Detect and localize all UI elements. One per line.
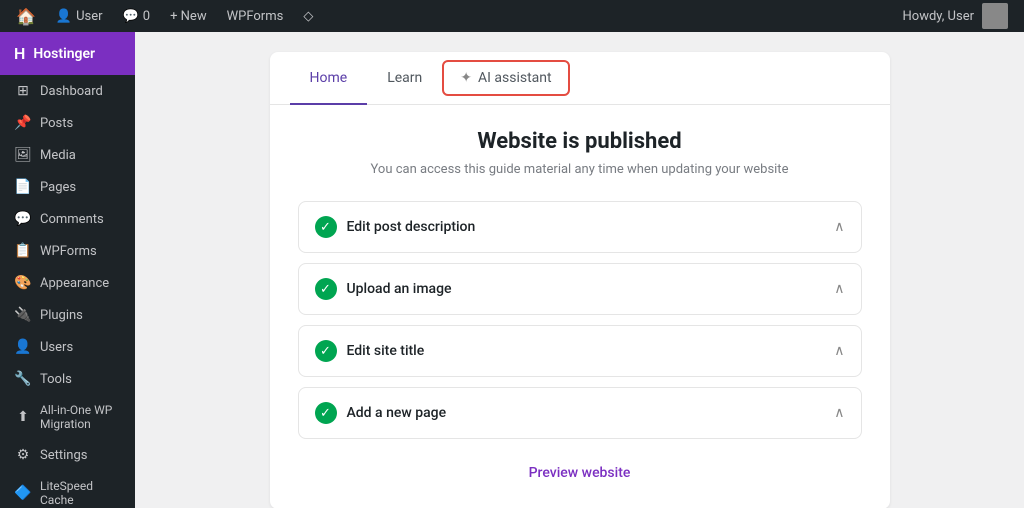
accordion-header-edit-title[interactable]: ✓ Edit site title ∧ <box>299 326 861 376</box>
sidebar-item-tools[interactable]: 🔧 Tools <box>0 363 135 395</box>
sidebar-item-media[interactable]: 🖼 Media <box>0 139 135 171</box>
sidebar-item-posts[interactable]: 📌 Posts <box>0 107 135 139</box>
chevron-up-icon-edit-title: ∧ <box>834 343 844 359</box>
sidebar-item-settings[interactable]: ⚙ Settings <box>0 439 135 471</box>
check-icon-edit-title: ✓ <box>315 340 337 362</box>
accordion-item-edit-title[interactable]: ✓ Edit site title ∧ <box>298 325 862 377</box>
sidebar-item-pages[interactable]: 📄 Pages <box>0 171 135 203</box>
check-icon-edit-post: ✓ <box>315 216 337 238</box>
users-icon: 👤 <box>14 339 32 355</box>
preview-website-link[interactable]: Preview website <box>298 449 862 489</box>
tab-home[interactable]: Home <box>290 52 368 105</box>
accordion-left: ✓ Upload an image <box>315 278 452 300</box>
sidebar-item-appearance[interactable]: 🎨 Appearance <box>0 267 135 299</box>
comments-link[interactable]: 💬 0 <box>115 0 159 32</box>
admin-bar: 🏠 👤 User 💬 0 + New WPForms ◇ Howdy, User <box>0 0 1024 32</box>
site-name[interactable]: 👤 User <box>48 0 111 32</box>
hostinger-logo[interactable]: H Hostinger <box>0 32 135 75</box>
diamond-icon: ◇ <box>303 9 313 24</box>
accordion-item-add-page[interactable]: ✓ Add a new page ∧ <box>298 387 862 439</box>
wpforms-menu[interactable]: WPForms <box>219 0 292 32</box>
pages-icon: 📄 <box>14 179 32 195</box>
sidebar-item-plugins[interactable]: 🔌 Plugins <box>0 299 135 331</box>
settings-icon: ⚙ <box>14 447 32 463</box>
tab-bar: Home Learn ✦ AI assistant <box>270 52 890 105</box>
accordion-left: ✓ Edit post description <box>315 216 476 238</box>
sidebar-item-wpforms[interactable]: 📋 WPForms <box>0 235 135 267</box>
appearance-icon: 🎨 <box>14 275 32 291</box>
chevron-up-icon-add-page: ∧ <box>834 405 844 421</box>
sidebar-item-litespeed[interactable]: 🔷 LiteSpeed Cache <box>0 471 135 508</box>
posts-icon: 📌 <box>14 115 32 131</box>
accordion-item-edit-post[interactable]: ✓ Edit post description ∧ <box>298 201 862 253</box>
sparkle-icon: ✦ <box>460 70 472 86</box>
plugins-icon: 🔌 <box>14 307 32 323</box>
comments-icon: 💬 <box>14 211 32 227</box>
panel-subtitle: You can access this guide material any t… <box>298 162 862 177</box>
check-icon-upload-image: ✓ <box>315 278 337 300</box>
accordion-item-upload-image[interactable]: ✓ Upload an image ∧ <box>298 263 862 315</box>
chevron-up-icon-upload-image: ∧ <box>834 281 844 297</box>
accordion-left: ✓ Add a new page <box>315 402 447 424</box>
main-content: Home Learn ✦ AI assistant Website is pub… <box>135 32 1024 508</box>
panel-body: Website is published You can access this… <box>270 105 890 508</box>
howdy-user[interactable]: Howdy, User <box>895 0 1016 32</box>
dashboard-icon: ⊞ <box>14 83 32 99</box>
tools-icon: 🔧 <box>14 371 32 387</box>
accordion-header-edit-post[interactable]: ✓ Edit post description ∧ <box>299 202 861 252</box>
sidebar-item-migration[interactable]: ⬆ All-in-One WP Migration <box>0 395 135 439</box>
diamond-icon-item[interactable]: ◇ <box>295 0 321 32</box>
hostinger-icon: H <box>14 44 25 63</box>
sidebar: H Hostinger ⊞ Dashboard 📌 Posts 🖼 Media … <box>0 32 135 508</box>
wpforms-icon: 📋 <box>14 243 32 259</box>
chevron-up-icon-edit-post: ∧ <box>834 219 844 235</box>
accordion-left: ✓ Edit site title <box>315 340 425 362</box>
check-icon-add-page: ✓ <box>315 402 337 424</box>
migration-icon: ⬆ <box>14 409 32 425</box>
sidebar-item-comments[interactable]: 💬 Comments <box>0 203 135 235</box>
new-content[interactable]: + New <box>162 0 215 32</box>
panel-title: Website is published <box>298 129 862 154</box>
wp-icon: 🏠 <box>16 7 36 26</box>
litespeed-icon: 🔷 <box>14 485 32 501</box>
sidebar-item-dashboard[interactable]: ⊞ Dashboard <box>0 75 135 107</box>
tab-ai-assistant[interactable]: ✦ AI assistant <box>442 60 569 96</box>
comment-icon: 💬 <box>123 9 139 24</box>
sidebar-item-users[interactable]: 👤 Users <box>0 331 135 363</box>
accordion-header-add-page[interactable]: ✓ Add a new page ∧ <box>299 388 861 438</box>
avatar <box>982 3 1008 29</box>
media-icon: 🖼 <box>14 147 32 163</box>
panel: Home Learn ✦ AI assistant Website is pub… <box>270 52 890 508</box>
wp-logo[interactable]: 🏠 <box>8 0 44 32</box>
accordion-header-upload-image[interactable]: ✓ Upload an image ∧ <box>299 264 861 314</box>
site-icon: 👤 <box>56 9 72 24</box>
tab-learn[interactable]: Learn <box>367 52 442 105</box>
